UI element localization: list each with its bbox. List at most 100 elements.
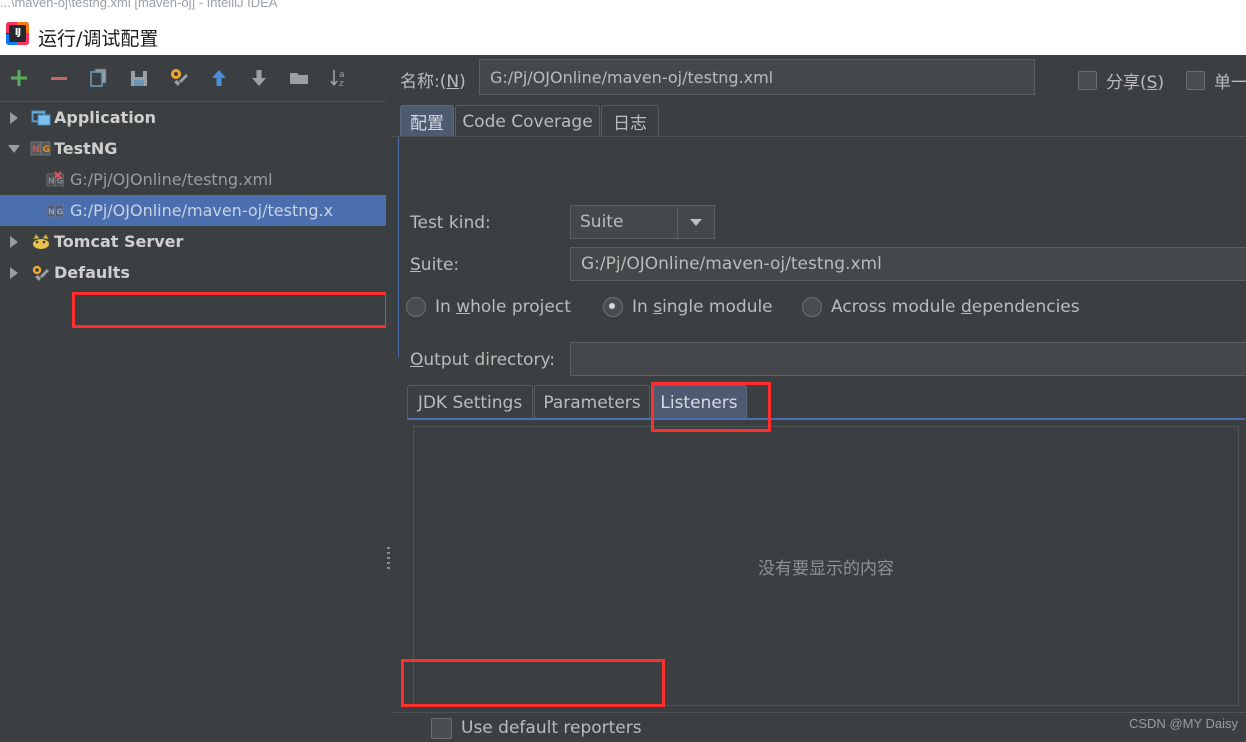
single-instance-checkbox[interactable]: 单一 — [1186, 68, 1246, 93]
inner-tab-listeners[interactable]: Listeners — [651, 385, 747, 419]
inner-tabs[interactable]: JDK Settings Parameters Listeners — [407, 385, 1245, 419]
copy-icon — [90, 68, 107, 87]
splitter-handle[interactable] — [387, 544, 391, 572]
inner-tab-jdk-settings[interactable]: JDK Settings — [407, 385, 533, 419]
inner-tab-parameters[interactable]: Parameters — [534, 385, 650, 419]
svg-text:z: z — [339, 79, 344, 89]
configurations-toolbar: a z — [0, 55, 388, 101]
sort-alphabetically-button[interactable]: a z — [324, 63, 354, 93]
testng-error-icon: N G — [44, 170, 70, 189]
chevron-right-icon — [10, 235, 18, 248]
single-instance-label: 单一 — [1214, 73, 1246, 93]
tree-node-label: Tomcat Server — [54, 232, 184, 251]
tree-node-testng[interactable]: N G TestNG — [0, 133, 386, 164]
expand-toggle[interactable] — [0, 111, 28, 124]
form-accent-bar — [398, 137, 399, 357]
configurations-left-panel: a z Application N G TestNG N G G:/Pj/OJO… — [0, 55, 388, 742]
arrow-up-icon — [212, 70, 226, 86]
svg-text:N: N — [48, 176, 55, 185]
tree-node-tomcat-server[interactable]: Tomcat Server — [0, 226, 386, 257]
share-label: 分享(S) — [1106, 73, 1165, 93]
edit-defaults-button[interactable] — [164, 63, 194, 93]
checkbox-box[interactable] — [1186, 71, 1205, 90]
tree-node-label: G:/Pj/OJOnline/maven-oj/testng.x — [70, 201, 334, 220]
test-kind-dropdown[interactable]: Suite — [570, 205, 715, 239]
tab-configuration[interactable]: 配置 — [400, 105, 454, 137]
add-configuration-button[interactable] — [4, 63, 34, 93]
copy-configuration-button[interactable] — [84, 63, 114, 93]
empty-state-text: 没有要显示的内容 — [758, 558, 894, 579]
suite-label: Suite: — [410, 255, 460, 275]
share-checkbox[interactable]: 分享(S) — [1078, 68, 1164, 93]
move-down-button[interactable] — [244, 63, 274, 93]
ide-window-titlebar: ...\maven-oj\testng.xml [maven-oj] - Int… — [0, 0, 1246, 13]
tree-node-label: Application — [54, 108, 157, 127]
svg-text:G: G — [57, 207, 64, 216]
testng-icon: N G — [44, 202, 70, 220]
minus-icon — [51, 77, 67, 80]
dialog-header: IJ 运行/调试配置 — [0, 13, 1246, 55]
svg-text:N: N — [48, 207, 55, 216]
tomcat-icon — [28, 233, 54, 251]
editor-tabs[interactable]: 配置 Code Coverage 日志 — [392, 105, 1246, 137]
radio-label: Across module dependencies — [831, 297, 1080, 317]
chevron-right-icon — [10, 266, 18, 279]
expand-toggle[interactable] — [0, 266, 28, 279]
defaults-icon — [28, 264, 54, 282]
tree-node-defaults[interactable]: Defaults — [0, 257, 386, 288]
radio-in-whole-project[interactable]: In whole project — [406, 297, 571, 317]
checkbox-box[interactable] — [431, 717, 452, 739]
radio-across-module-dependencies[interactable]: Across module dependencies — [802, 297, 1080, 317]
collapse-toggle[interactable] — [0, 144, 28, 153]
svg-text:G: G — [43, 145, 50, 155]
save-configuration-button[interactable] — [124, 63, 154, 93]
chevron-down-icon[interactable] — [678, 218, 714, 226]
use-default-reporters-checkbox[interactable]: Use default reporters — [413, 714, 1239, 742]
logo-monogram: IJ — [9, 25, 26, 42]
configurations-tree[interactable]: Application N G TestNG N G G:/Pj/OJOnlin… — [0, 101, 386, 742]
new-folder-button[interactable] — [284, 63, 314, 93]
tree-node-application[interactable]: Application — [0, 102, 386, 133]
wrench-icon — [171, 69, 188, 86]
tab-logs[interactable]: 日志 — [601, 105, 659, 137]
tree-node-label: TestNG — [54, 139, 118, 158]
intellij-idea-logo-icon: IJ — [6, 22, 29, 45]
suite-input[interactable]: G:/Pj/OJOnline/maven-oj/testng.xml — [570, 247, 1246, 281]
radio-in-single-module[interactable]: In single module — [603, 297, 773, 317]
bottom-divider — [392, 712, 1246, 713]
chevron-right-icon — [10, 111, 18, 124]
name-input[interactable]: G:/Pj/OJOnline/maven-oj/testng.xml — [479, 59, 1035, 95]
radio-dot[interactable] — [802, 297, 822, 317]
radio-label: In whole project — [435, 297, 571, 317]
configuration-form: Test kind: Suite Suite: G:/Pj/OJOnline/m… — [392, 137, 1246, 741]
radio-dot[interactable] — [406, 297, 426, 317]
run-debug-configurations-dialog: ...\maven-oj\testng.xml [maven-oj] - Int… — [0, 0, 1246, 742]
move-up-button[interactable] — [204, 63, 234, 93]
tree-node-label: Defaults — [54, 263, 130, 282]
radio-label: In single module — [632, 297, 773, 317]
radio-dot[interactable] — [603, 297, 623, 317]
testng-inner-section: JDK Settings Parameters Listeners 没有要显示的… — [407, 385, 1245, 741]
tree-node-label: G:/Pj/OJOnline/testng.xml — [70, 170, 273, 189]
expand-toggle[interactable] — [0, 235, 28, 248]
scope-radio-group[interactable]: In whole project In single module Across… — [406, 297, 1246, 331]
chevron-down-icon — [8, 144, 20, 153]
output-directory-input[interactable] — [570, 342, 1246, 376]
dialog-body: a z Application N G TestNG N G G:/Pj/OJO… — [0, 55, 1246, 742]
test-kind-label: Test kind: — [410, 213, 491, 233]
use-default-reporters-label: Use default reporters — [461, 718, 642, 738]
tree-node-maven-oj-testng-xml[interactable]: N G G:/Pj/OJOnline/maven-oj/testng.x — [0, 195, 386, 226]
arrow-down-icon — [252, 70, 266, 86]
tree-node-testng-xml[interactable]: N G G:/Pj/OJOnline/testng.xml — [0, 164, 386, 195]
remove-configuration-button[interactable] — [44, 63, 74, 93]
test-kind-value: Suite — [580, 212, 624, 232]
listeners-list[interactable]: 没有要显示的内容 — [413, 426, 1239, 706]
save-icon — [131, 71, 147, 86]
checkbox-box[interactable] — [1078, 71, 1097, 90]
ide-window-title: ...\maven-oj\testng.xml [maven-oj] - Int… — [0, 0, 278, 10]
watermark: CSDN @MY Daisy — [1128, 716, 1238, 731]
sort-az-icon: a z — [330, 70, 345, 89]
tab-code-coverage[interactable]: Code Coverage — [455, 105, 600, 137]
plus-icon — [11, 70, 27, 86]
folder-icon — [290, 73, 308, 84]
